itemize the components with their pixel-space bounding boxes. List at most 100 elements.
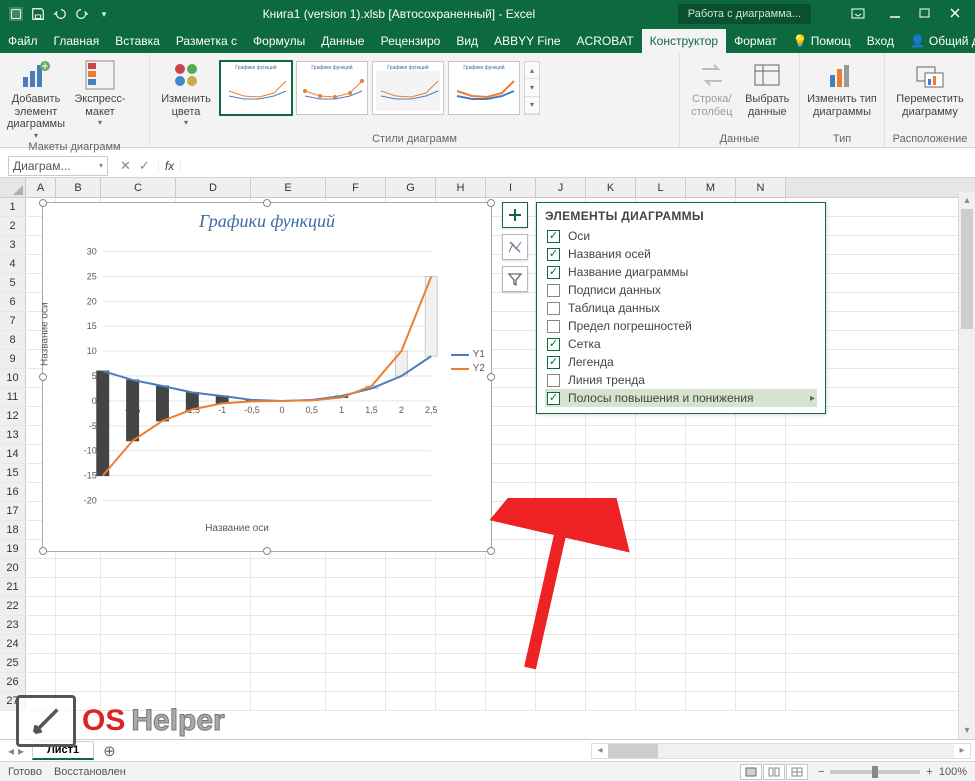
chart-legend[interactable]: Y1 Y2 — [451, 346, 485, 377]
column-header[interactable]: G — [386, 178, 436, 197]
cell[interactable] — [686, 445, 736, 463]
chart-styles-button[interactable] — [502, 234, 528, 260]
cell[interactable] — [486, 692, 536, 710]
cell[interactable] — [56, 635, 101, 653]
page-layout-view-button[interactable] — [763, 764, 785, 780]
cell[interactable] — [586, 483, 636, 501]
cell[interactable] — [736, 445, 786, 463]
cell[interactable] — [176, 635, 251, 653]
cell[interactable] — [636, 445, 686, 463]
zoom-slider[interactable] — [830, 770, 920, 774]
undo-icon[interactable] — [50, 4, 70, 24]
cell[interactable] — [486, 521, 536, 539]
cell[interactable] — [586, 464, 636, 482]
cell[interactable] — [686, 578, 736, 596]
column-header[interactable]: I — [486, 178, 536, 197]
cell[interactable] — [486, 350, 536, 368]
cell[interactable] — [536, 483, 586, 501]
chart-element-option[interactable]: Таблица данных — [545, 299, 817, 317]
cell[interactable] — [486, 407, 536, 425]
cell[interactable] — [26, 635, 56, 653]
tab-chart-design[interactable]: Конструктор — [642, 29, 726, 53]
cell[interactable] — [736, 616, 786, 634]
switch-row-column-button[interactable]: Строка/столбец — [686, 57, 738, 118]
cell[interactable] — [176, 597, 251, 615]
resize-handle[interactable] — [263, 547, 271, 555]
cell[interactable] — [636, 692, 686, 710]
cell[interactable] — [251, 654, 326, 672]
x-axis-title[interactable]: Название оси — [43, 523, 431, 534]
cell[interactable] — [251, 635, 326, 653]
row-header[interactable]: 21 — [0, 578, 26, 596]
cell[interactable] — [326, 616, 386, 634]
cell[interactable] — [536, 540, 586, 558]
cell[interactable] — [386, 692, 436, 710]
row-header[interactable]: 19 — [0, 540, 26, 558]
cell[interactable] — [736, 502, 786, 520]
cell[interactable] — [101, 597, 176, 615]
row-header[interactable]: 13 — [0, 426, 26, 444]
chart-style-4[interactable]: Графики функций — [448, 61, 520, 115]
cell[interactable] — [586, 426, 636, 444]
cell[interactable] — [686, 559, 736, 577]
save-icon[interactable] — [28, 4, 48, 24]
chart-title[interactable]: Графики функций — [43, 203, 491, 236]
cell[interactable] — [636, 635, 686, 653]
column-header[interactable]: B — [56, 178, 101, 197]
row-header[interactable]: 4 — [0, 255, 26, 273]
cell[interactable] — [486, 293, 536, 311]
cell[interactable] — [176, 578, 251, 596]
cell[interactable] — [536, 426, 586, 444]
sheet-nav-next-icon[interactable]: ▸ — [18, 744, 24, 758]
zoom-level[interactable]: 100% — [939, 766, 967, 778]
cell[interactable] — [326, 654, 386, 672]
share-button[interactable]: 👤Общий доступ — [902, 29, 975, 53]
tab-data[interactable]: Данные — [313, 29, 372, 53]
cell[interactable] — [386, 654, 436, 672]
cell[interactable] — [686, 692, 736, 710]
tab-sign-in[interactable]: Вход — [859, 29, 902, 53]
checkbox-icon[interactable] — [547, 248, 560, 261]
cell[interactable] — [736, 673, 786, 691]
row-header[interactable]: 27 — [0, 692, 26, 710]
cell[interactable] — [436, 578, 486, 596]
row-header[interactable]: 7 — [0, 312, 26, 330]
row-header[interactable]: 3 — [0, 236, 26, 254]
column-header[interactable]: C — [101, 178, 176, 197]
embedded-chart[interactable]: Графики функций Название оси -20-15-10-5… — [42, 202, 492, 552]
cell[interactable] — [536, 521, 586, 539]
cell[interactable] — [486, 654, 536, 672]
cell[interactable] — [326, 578, 386, 596]
cell[interactable] — [326, 692, 386, 710]
cell[interactable] — [586, 578, 636, 596]
sheet-tab[interactable]: Лист1 — [32, 741, 94, 760]
horizontal-scrollbar[interactable]: ◂▸ — [591, 743, 971, 759]
tab-tell-me[interactable]: 💡Помощ — [785, 29, 859, 53]
tab-abbyy[interactable]: ABBYY Fine — [486, 29, 568, 53]
cell[interactable] — [26, 673, 56, 691]
cell[interactable] — [736, 464, 786, 482]
chart-element-option[interactable]: Полосы повышения и понижения▸ — [545, 389, 817, 407]
cell[interactable] — [536, 464, 586, 482]
cell[interactable] — [686, 521, 736, 539]
cell[interactable] — [26, 692, 56, 710]
checkbox-icon[interactable] — [547, 356, 560, 369]
cell[interactable] — [686, 502, 736, 520]
cell[interactable] — [486, 312, 536, 330]
cell[interactable] — [326, 559, 386, 577]
checkbox-icon[interactable] — [547, 302, 560, 315]
row-header[interactable]: 16 — [0, 483, 26, 501]
change-colors-button[interactable]: Изменить цвета▾ — [156, 57, 216, 127]
cell[interactable] — [636, 464, 686, 482]
cell[interactable] — [536, 578, 586, 596]
cell[interactable] — [436, 597, 486, 615]
redo-icon[interactable] — [72, 4, 92, 24]
column-header[interactable]: A — [26, 178, 56, 197]
chart-style-2[interactable]: Графики функций — [296, 61, 368, 115]
column-header[interactable]: N — [736, 178, 786, 197]
cell[interactable] — [636, 673, 686, 691]
row-header[interactable]: 23 — [0, 616, 26, 634]
cell[interactable] — [56, 616, 101, 634]
tab-page-layout[interactable]: Разметка с — [168, 29, 245, 53]
cell[interactable] — [536, 559, 586, 577]
